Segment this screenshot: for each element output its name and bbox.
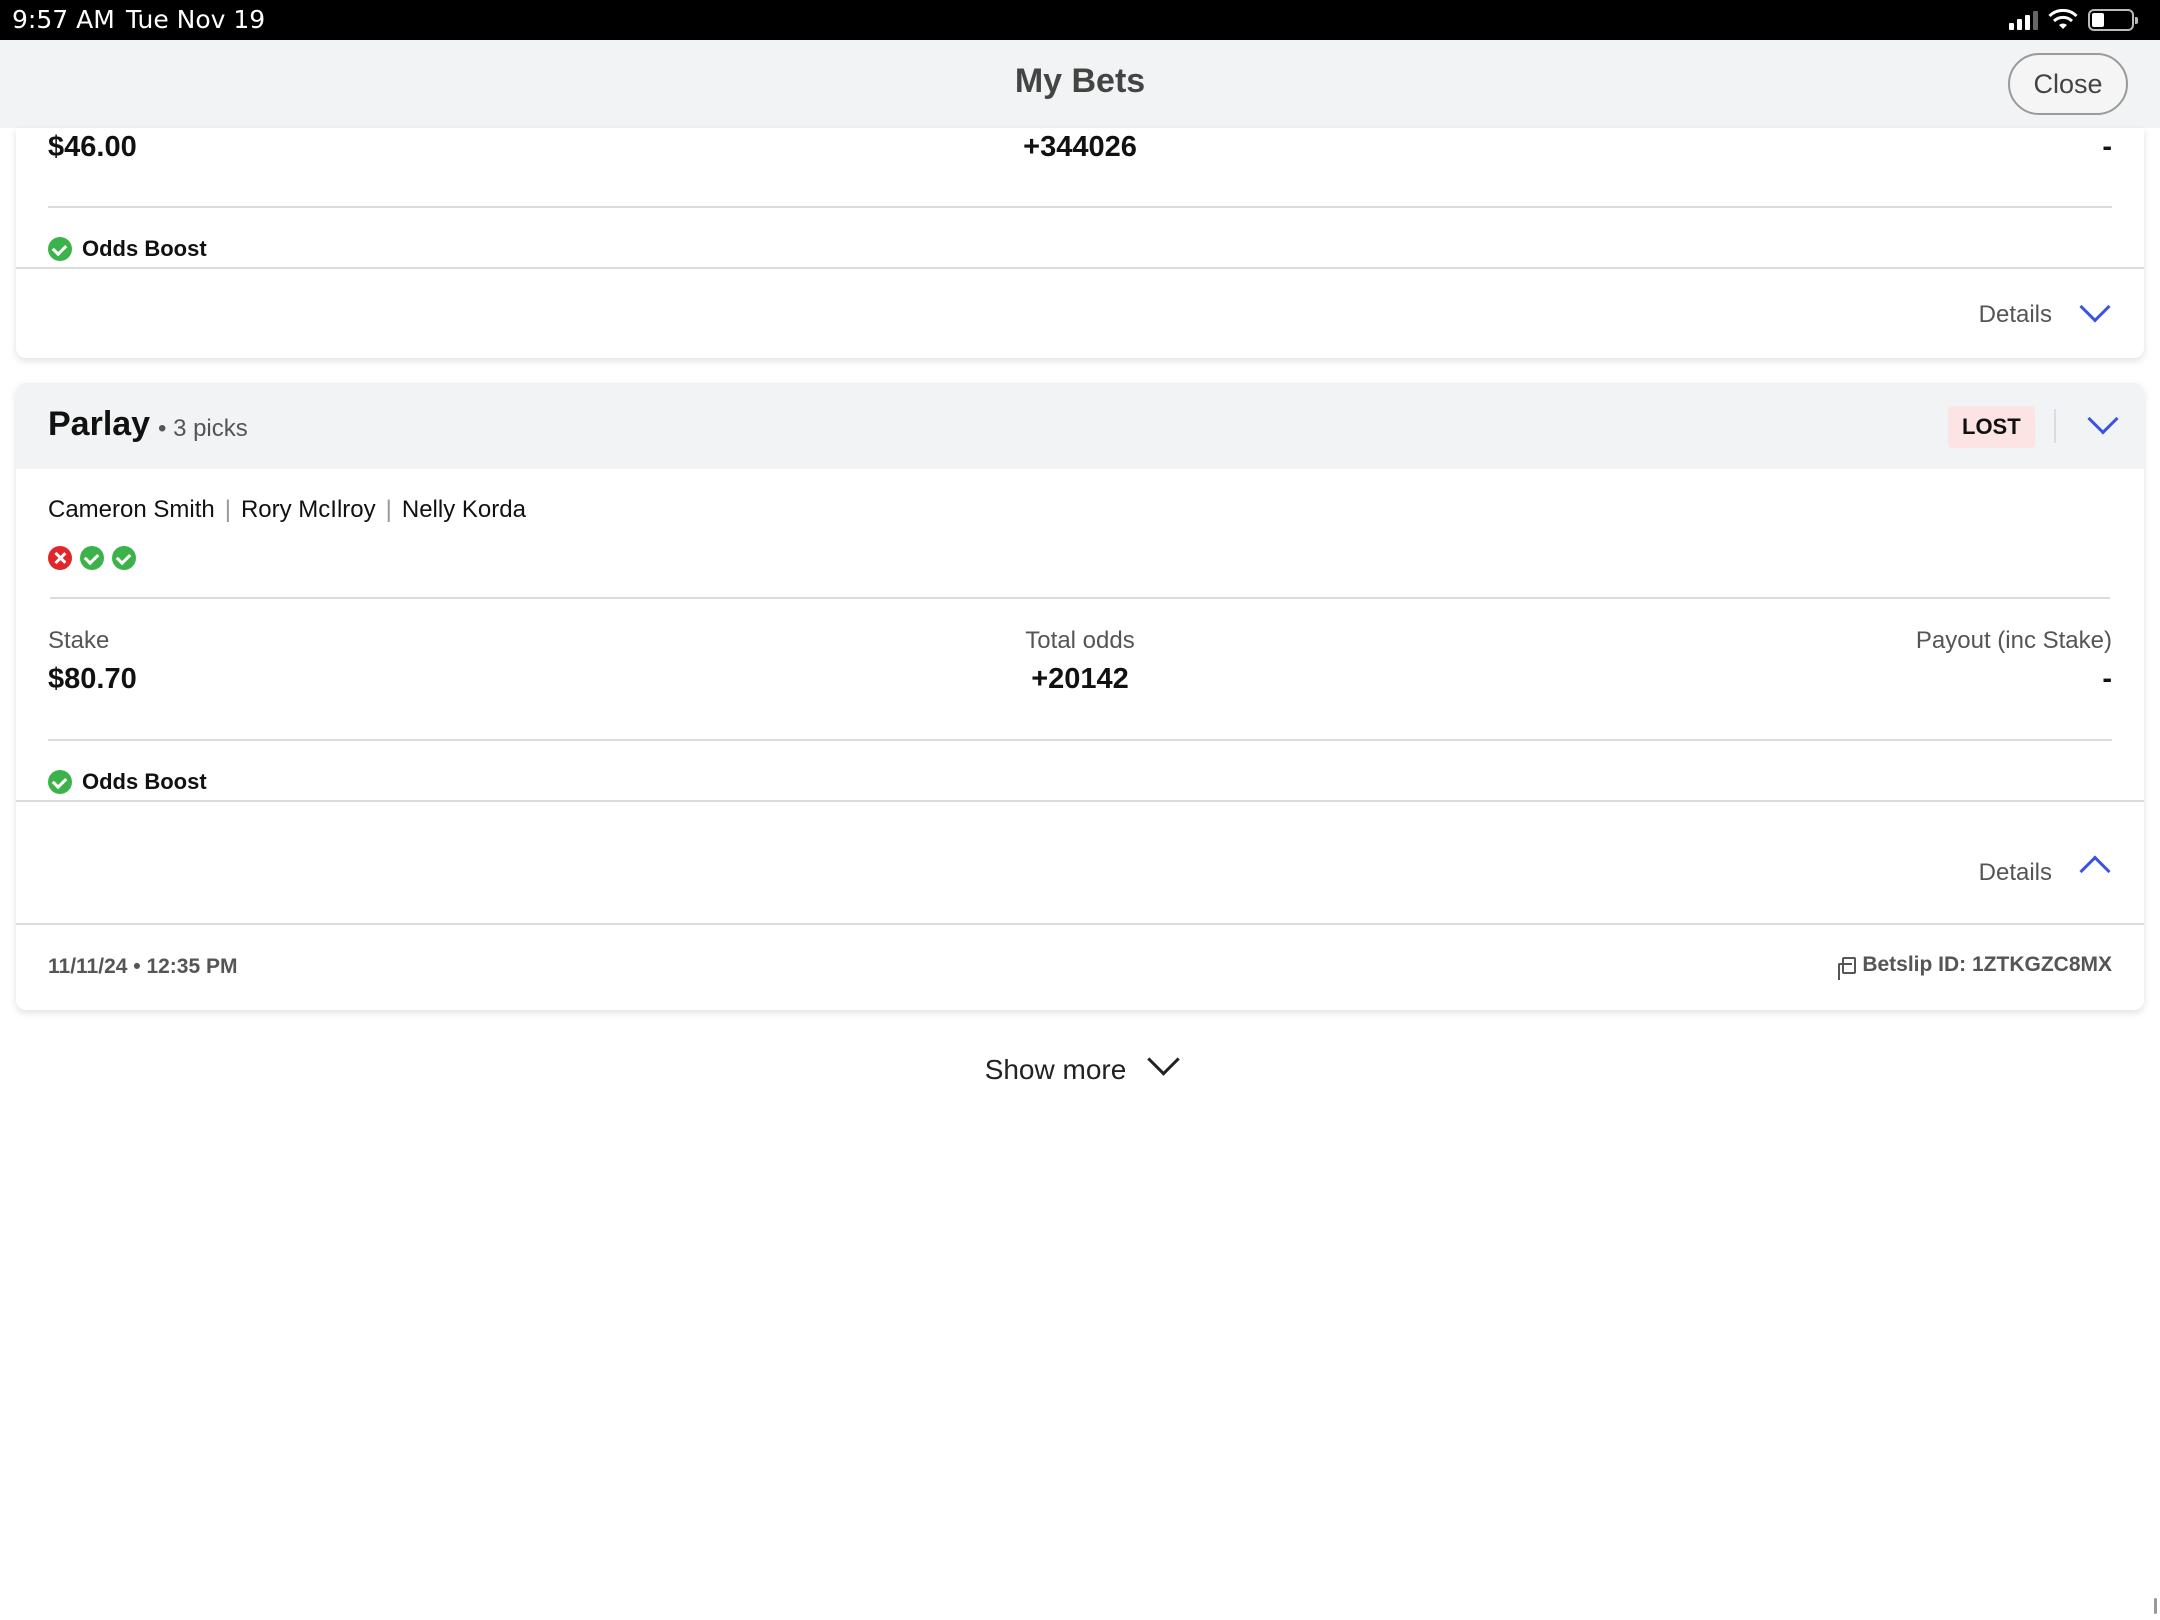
payout-label: Payout (inc Stake) <box>1915 627 2112 654</box>
status-badge: LOST <box>1948 406 2035 448</box>
chevron-down-icon <box>1147 1043 1181 1076</box>
chevron-up-icon[interactable] <box>2079 855 2111 887</box>
check-circle-icon <box>48 237 72 261</box>
scrollbar[interactable] <box>2154 1598 2157 1614</box>
bet-card-header[interactable]: Parlay • 3 picks LOST <box>16 383 2144 469</box>
payout-value: - <box>2102 663 2112 695</box>
placed-date: 11/11/24 • 12:35 PM <box>48 955 238 978</box>
odds-boost: Odds Boost <box>48 236 207 262</box>
pick-results <box>48 546 136 570</box>
details-button[interactable]: Details <box>1979 301 2052 329</box>
betslip-id-text: Betslip ID: 1ZTKGZC8MX <box>1862 953 2112 976</box>
divider <box>2054 409 2056 443</box>
x-circle-icon <box>48 546 72 570</box>
chevron-down-icon[interactable] <box>2079 291 2111 323</box>
separator: | <box>224 496 231 523</box>
status-time: 9:57 AM <box>12 5 115 34</box>
pick-name: Nelly Korda <box>401 496 526 523</box>
picks-list: Cameron Smith | Rory McIlroy | Nelly Kor… <box>48 496 526 524</box>
total-odds-label: Total odds <box>1025 627 1135 654</box>
details-button[interactable]: Details <box>1979 859 2052 887</box>
divider <box>16 267 2144 269</box>
bet-card: $46.00 +344026 - Odds Boost Details <box>16 128 2144 358</box>
status-date: Tue Nov 19 <box>126 5 266 34</box>
wifi-icon <box>2048 9 2078 29</box>
odds-boost: Odds Boost <box>48 769 207 795</box>
total-odds-value: +20142 <box>1031 663 1129 695</box>
cellular-signal-icon <box>2009 10 2038 30</box>
check-circle-icon <box>80 546 104 570</box>
odds-boost-label: Odds Boost <box>82 236 207 261</box>
check-circle-icon <box>112 546 136 570</box>
pick-name: Rory McIlroy <box>240 496 376 523</box>
header: My Bets Close <box>0 40 2160 128</box>
check-circle-icon <box>48 770 72 794</box>
betslip-id[interactable]: Betslip ID: 1ZTKGZC8MX <box>1838 953 2112 980</box>
copy-icon[interactable] <box>1838 956 1857 980</box>
bet-footer <box>16 923 2144 1010</box>
divider <box>16 800 2144 802</box>
close-button[interactable]: Close <box>2008 53 2128 115</box>
pick-name: Cameron Smith <box>48 496 215 523</box>
bet-card-parlay: Parlay • 3 picks LOST Cameron Smith | Ro… <box>16 383 2144 1010</box>
total-odds-value: +344026 <box>1023 131 1137 163</box>
divider <box>48 739 2112 741</box>
payout-value: - <box>2102 131 2112 163</box>
odds-boost-label: Odds Boost <box>82 769 207 794</box>
divider <box>48 206 2112 208</box>
show-more-label: Show more <box>984 1054 1127 1085</box>
separator: | <box>385 496 392 523</box>
status-bar: 9:57 AM Tue Nov 19 <box>0 0 2160 40</box>
page-title: My Bets <box>1014 62 1146 100</box>
show-more-button[interactable]: Show more <box>0 1043 2160 1086</box>
chevron-down-icon[interactable] <box>2087 403 2119 435</box>
status-icons <box>2009 8 2138 32</box>
bet-type: Parlay <box>48 405 151 443</box>
battery-icon <box>2088 9 2138 31</box>
picks-count: • 3 picks <box>158 415 248 442</box>
divider <box>50 597 2110 599</box>
